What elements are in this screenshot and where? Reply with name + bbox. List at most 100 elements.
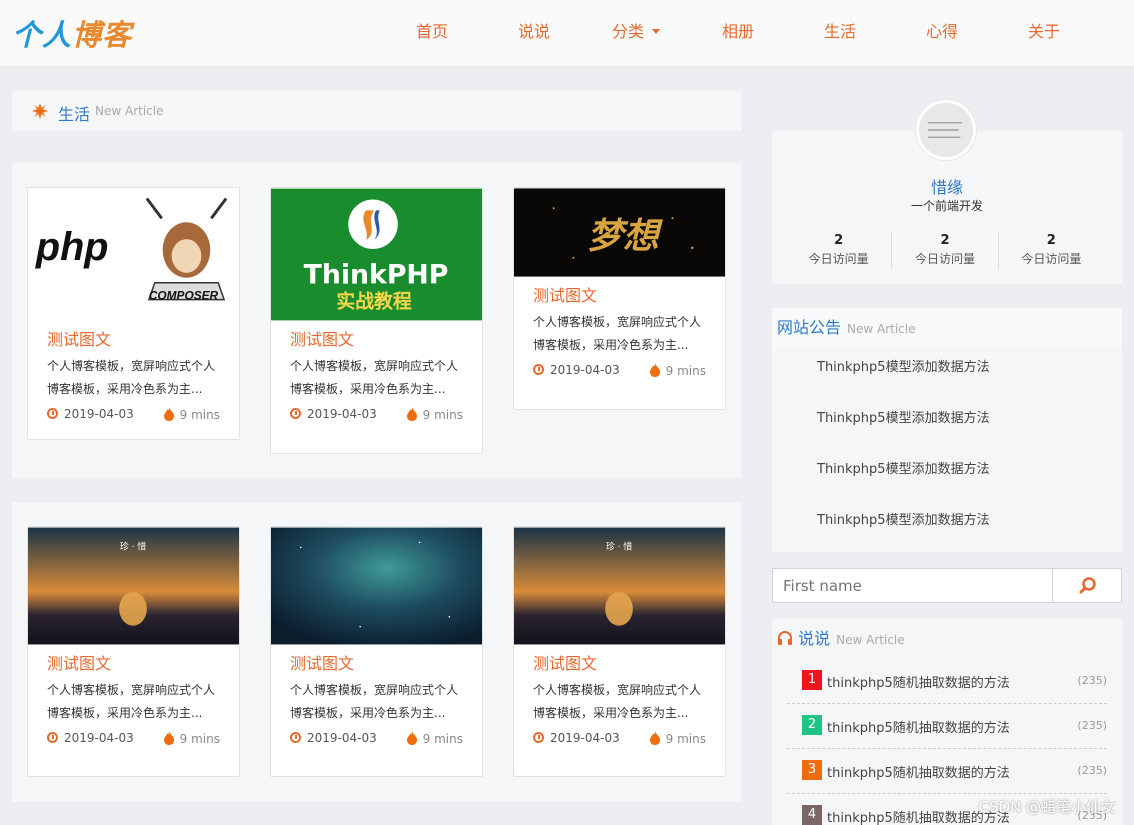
card-desc: 个人博客模板，宽屏响应式个人博客模板，采用冷色系为主... xyxy=(533,315,702,352)
search-box xyxy=(772,568,1122,603)
profile-name[interactable]: 惜缘 xyxy=(772,174,1122,198)
card-title[interactable]: 测试图文 xyxy=(290,653,463,675)
nav-label: 首页 xyxy=(415,22,448,41)
article-card[interactable]: 珍 · 惜 测试图文 个人博客模板，宽屏响应式个人博客模板，采用冷色系为主...… xyxy=(27,526,240,777)
card-image-thinkphp: ThinkPHP 实战教程 xyxy=(271,188,482,321)
watermark: CSDN @蜡笔小仙女 xyxy=(978,798,1116,816)
logo-text-2: 博客 xyxy=(72,18,133,52)
talk-text[interactable]: thinkphp5随机抽取数据的方法 xyxy=(827,717,1010,736)
nav-label: 关于 xyxy=(1027,22,1060,41)
notice-item[interactable]: Thinkphp5模型添加数据方法 xyxy=(772,399,1122,450)
talk-text[interactable]: thinkphp5随机抽取数据的方法 xyxy=(827,762,1010,781)
card-mins-text: 9 mins xyxy=(422,408,463,422)
card-image-galaxy xyxy=(271,527,482,645)
svg-text:php: php xyxy=(35,225,109,269)
clock-icon xyxy=(533,364,544,375)
talk-subtitle: New Article xyxy=(836,633,905,647)
card-date: 2019-04-03 xyxy=(533,363,620,378)
card-image-dream: 梦想 xyxy=(514,188,725,277)
card-date: 2019-04-03 xyxy=(290,731,377,746)
card-read-time: 9 mins xyxy=(163,407,220,422)
search-input[interactable] xyxy=(772,568,1053,603)
notice-panel: 网站公告 New Article Thinkphp5模型添加数据方法 Thinkp… xyxy=(772,308,1122,552)
site-logo[interactable]: 个人博客 xyxy=(12,12,132,54)
card-date-text: 2019-04-03 xyxy=(307,731,377,745)
notice-title: 网站公告 xyxy=(777,318,842,337)
caret-down-icon xyxy=(652,28,660,34)
nav-album[interactable]: 相册 xyxy=(687,0,789,67)
card-mins-text: 9 mins xyxy=(665,364,706,378)
talk-item[interactable]: 1 thinkphp5随机抽取数据的方法 (235) xyxy=(787,659,1107,704)
card-read-time: 9 mins xyxy=(649,731,706,746)
talk-text[interactable]: thinkphp5随机抽取数据的方法 xyxy=(827,672,1010,691)
card-image-sunset-bulb: 珍 · 惜 xyxy=(514,527,725,645)
fire-icon xyxy=(649,363,660,377)
card-title[interactable]: 测试图文 xyxy=(47,329,220,351)
rank-badge: 1 xyxy=(802,670,822,690)
card-mins-text: 9 mins xyxy=(179,732,220,746)
notice-item[interactable]: Thinkphp5模型添加数据方法 xyxy=(772,450,1122,501)
notice-item[interactable]: Thinkphp5模型添加数据方法 xyxy=(772,348,1122,399)
talk-item[interactable]: 3 thinkphp5随机抽取数据的方法 (235) xyxy=(787,749,1107,794)
card-read-time: 9 mins xyxy=(406,407,463,422)
nav-talk[interactable]: 说说 xyxy=(483,0,585,67)
card-desc: 个人博客模板，宽屏响应式个人博客模板，采用冷色系为主... xyxy=(290,683,459,720)
talk-header: 说说 New Article xyxy=(772,619,1122,659)
svg-text:实战教程: 实战教程 xyxy=(336,289,411,312)
nav-notes[interactable]: 心得 xyxy=(891,0,993,67)
card-group-2: 珍 · 惜 测试图文 个人博客模板，宽屏响应式个人博客模板，采用冷色系为主...… xyxy=(12,502,742,802)
main-nav: 首页 说说 分类 相册 生活 心得 关于 xyxy=(381,0,1095,67)
card-date: 2019-04-03 xyxy=(533,731,620,746)
card-read-time: 9 mins xyxy=(649,363,706,378)
card-desc: 个人博客模板，宽屏响应式个人博客模板，采用冷色系为主... xyxy=(47,359,216,396)
avatar-image xyxy=(919,103,973,157)
card-title[interactable]: 测试图文 xyxy=(533,285,706,307)
card-date-text: 2019-04-03 xyxy=(64,731,134,745)
stat-item: 2 今日访问量 xyxy=(786,233,893,269)
article-card[interactable]: php COMPOSER 测试图文 个人博客模板，宽屏响应式个人博客模板，采用冷… xyxy=(27,187,240,440)
card-title[interactable]: 测试图文 xyxy=(290,329,463,351)
article-card[interactable]: ThinkPHP 实战教程 测试图文 个人博客模板，宽屏响应式个人博客模板，采用… xyxy=(270,187,483,454)
nav-label: 分类 xyxy=(611,22,644,41)
card-date-text: 2019-04-03 xyxy=(550,731,620,745)
clock-icon xyxy=(47,408,58,419)
nav-label: 心得 xyxy=(925,22,958,41)
card-date-text: 2019-04-03 xyxy=(550,363,620,377)
card-image-php: php COMPOSER xyxy=(28,188,239,321)
notice-item[interactable]: Thinkphp5模型添加数据方法 xyxy=(772,501,1122,552)
notice-header: 网站公告 New Article xyxy=(772,308,1122,348)
card-title[interactable]: 测试图文 xyxy=(47,653,220,675)
article-card[interactable]: 珍 · 惜 测试图文 个人博客模板，宽屏响应式个人博客模板，采用冷色系为主...… xyxy=(513,526,726,777)
article-card[interactable]: 梦想 测试图文 个人博客模板，宽屏响应式个人博客模板，采用冷色系为主... 20… xyxy=(513,187,726,410)
talk-panel: 说说 New Article 1 thinkphp5随机抽取数据的方法 (235)… xyxy=(772,619,1122,825)
nav-life[interactable]: 生活 xyxy=(789,0,891,67)
profile-stats: 2 今日访问量 2 今日访问量 2 今日访问量 xyxy=(786,233,1104,269)
nav-about[interactable]: 关于 xyxy=(993,0,1095,67)
talk-item[interactable]: 2 thinkphp5随机抽取数据的方法 (235) xyxy=(787,704,1107,749)
card-mins-text: 9 mins xyxy=(422,732,463,746)
profile-desc: 一个前端开发 xyxy=(910,199,983,213)
fire-icon xyxy=(163,731,174,745)
stat-value: 2 xyxy=(1046,233,1056,248)
section-header: 生活 New Article xyxy=(12,91,742,131)
nav-home[interactable]: 首页 xyxy=(381,0,483,67)
card-mins-text: 9 mins xyxy=(665,732,706,746)
nav-category[interactable]: 分类 xyxy=(585,0,687,67)
card-desc: 个人博客模板，宽屏响应式个人博客模板，采用冷色系为主... xyxy=(533,683,702,720)
section-title: 生活 xyxy=(58,105,91,124)
stat-label: 今日访问量 xyxy=(808,252,869,266)
avatar[interactable] xyxy=(916,100,976,160)
article-card[interactable]: 测试图文 个人博客模板，宽屏响应式个人博客模板，采用冷色系为主... 2019-… xyxy=(270,526,483,777)
search-button[interactable] xyxy=(1052,568,1122,603)
svg-text:梦想: 梦想 xyxy=(587,216,663,257)
rank-badge: 2 xyxy=(802,715,822,735)
top-header: 个人博客 首页 说说 分类 相册 生活 心得 关于 xyxy=(0,0,1134,67)
talk-title: 说说 xyxy=(798,629,831,648)
card-image-sunset-bulb: 珍 · 惜 xyxy=(28,527,239,645)
notice-subtitle: New Article xyxy=(847,322,916,336)
svg-text:珍 · 惜: 珍 · 惜 xyxy=(606,540,632,552)
card-title[interactable]: 测试图文 xyxy=(533,653,706,675)
svg-text:珍 · 惜: 珍 · 惜 xyxy=(120,540,146,552)
card-date: 2019-04-03 xyxy=(47,407,134,422)
card-group-1: php COMPOSER 测试图文 个人博客模板，宽屏响应式个人博客模板，采用冷… xyxy=(12,163,742,478)
